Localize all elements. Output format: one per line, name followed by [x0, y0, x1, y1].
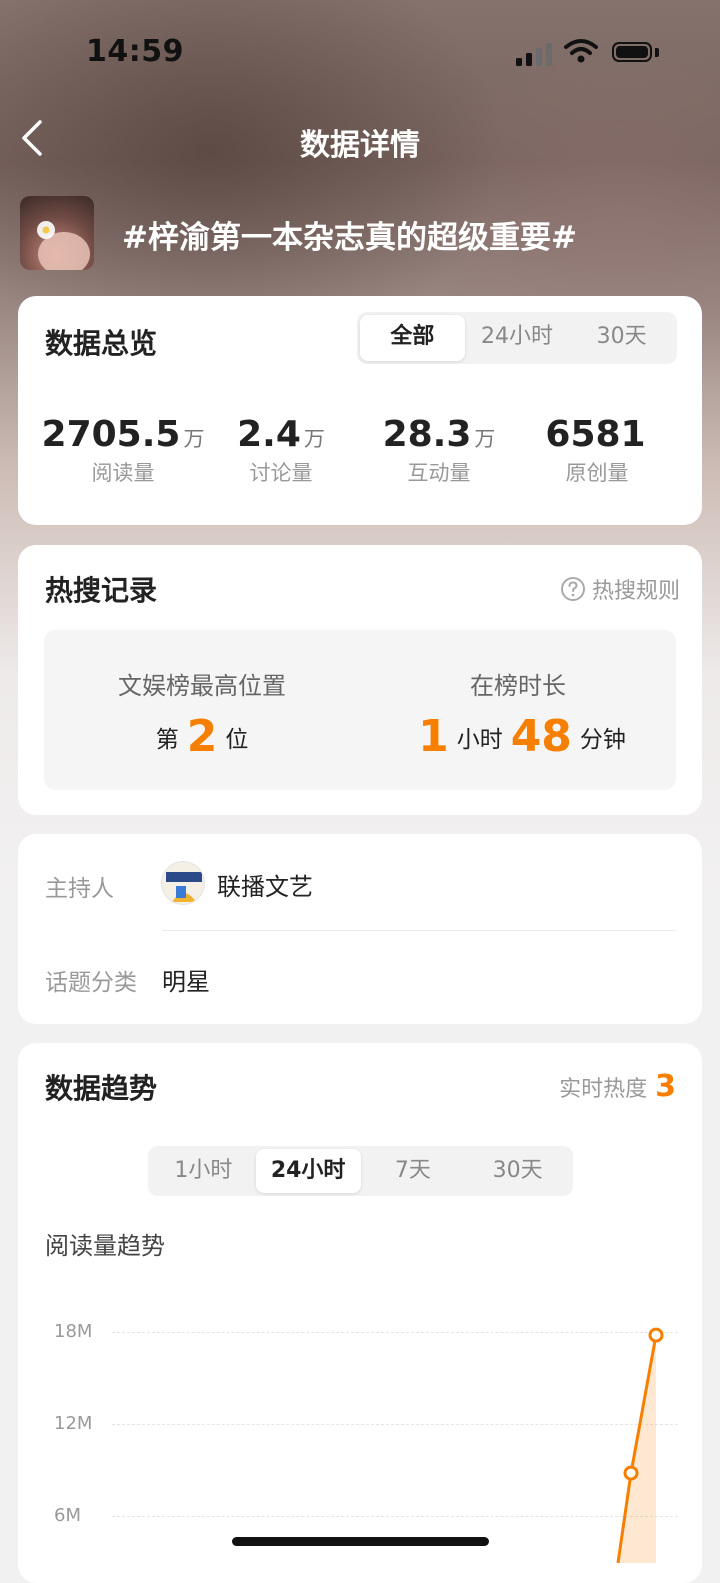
topic-info-card: 主持人 联播文艺 话题分类 明星: [18, 834, 702, 1024]
hot-search-card: 热搜记录 热搜规则 文娱榜最高位置 第2位 在榜时长 1 小时 48 分钟: [18, 545, 702, 815]
trend-point: [648, 1327, 664, 1343]
stat-interactions: 28.3 万 互动量: [349, 414, 529, 487]
hours-unit: 小时: [456, 727, 503, 753]
duration-label: 在榜时长: [470, 672, 566, 700]
stat-unit: 万: [474, 427, 496, 451]
trend-card: 数据趋势 实时热度 3 1小时 24小时 7天 30天 阅读量趋势 18M 12…: [18, 1043, 702, 1583]
page-title: 数据详情: [300, 128, 420, 163]
category-label: 话题分类: [45, 970, 137, 996]
help-circle-icon: [560, 577, 585, 601]
stat-value: 2705.5: [41, 414, 181, 455]
stat-discussions: 2.4 万 讨论量: [191, 414, 371, 487]
read-trend-chart: [616, 1327, 664, 1563]
battery-icon: [612, 42, 652, 62]
overview-range-tabs: 全部 24小时 30天: [357, 312, 677, 364]
host-avatar[interactable]: [161, 861, 205, 905]
best-position-label: 文娱榜最高位置: [118, 672, 286, 700]
battery-cap: [655, 48, 659, 57]
host-name[interactable]: 联播文艺: [217, 867, 313, 902]
tab-30d[interactable]: 30天: [569, 315, 674, 361]
cellular-signal-icon: [516, 43, 552, 66]
stat-value: 6581: [545, 414, 646, 455]
stat-label: 原创量: [565, 461, 629, 485]
topic-cover-image: [20, 196, 94, 270]
minutes-value: 48: [510, 711, 572, 762]
position-value: 2: [186, 711, 218, 762]
hot-search-title: 热搜记录: [45, 574, 158, 607]
overview-card: 数据总览 全部 24小时 30天 2705.5 万 阅读量 2.4 万 讨论量 28…: [18, 296, 702, 525]
stat-unit: 万: [303, 427, 325, 451]
on-list-duration: 在榜时长 1 小时 48 分钟: [360, 666, 676, 762]
trend-point: [623, 1465, 639, 1481]
hot-search-rules-link[interactable]: 热搜规则: [560, 573, 680, 605]
rules-label: 热搜规则: [591, 579, 680, 604]
wifi-icon: [564, 39, 598, 63]
host-label: 主持人: [45, 876, 114, 902]
hot-search-summary: 文娱榜最高位置 第2位 在榜时长 1 小时 48 分钟: [44, 630, 676, 790]
position-suffix: 位: [225, 727, 249, 753]
info-divider: [162, 930, 676, 931]
stat-value: 28.3: [382, 414, 472, 455]
status-time: 14:59: [86, 34, 184, 69]
overview-title: 数据总览: [45, 327, 158, 360]
home-indicator: [232, 1537, 489, 1546]
stat-label: 讨论量: [249, 461, 313, 485]
position-prefix: 第: [155, 727, 179, 753]
tab-24h[interactable]: 24小时: [465, 315, 570, 361]
minutes-unit: 分钟: [579, 727, 626, 753]
hours-value: 1: [418, 711, 449, 762]
best-position: 文娱榜最高位置 第2位: [44, 666, 360, 762]
category-value: 明星: [162, 968, 210, 996]
stat-reads: 2705.5 万 阅读量: [33, 414, 213, 487]
stat-label: 阅读量: [91, 461, 155, 485]
topic-title: #梓渝第一本杂志真的超级重要#: [122, 220, 577, 256]
stat-originals: 6581 原创量: [507, 414, 687, 487]
stat-label: 互动量: [407, 461, 471, 485]
stat-value: 2.4: [237, 414, 301, 455]
tab-all[interactable]: 全部: [360, 315, 465, 361]
